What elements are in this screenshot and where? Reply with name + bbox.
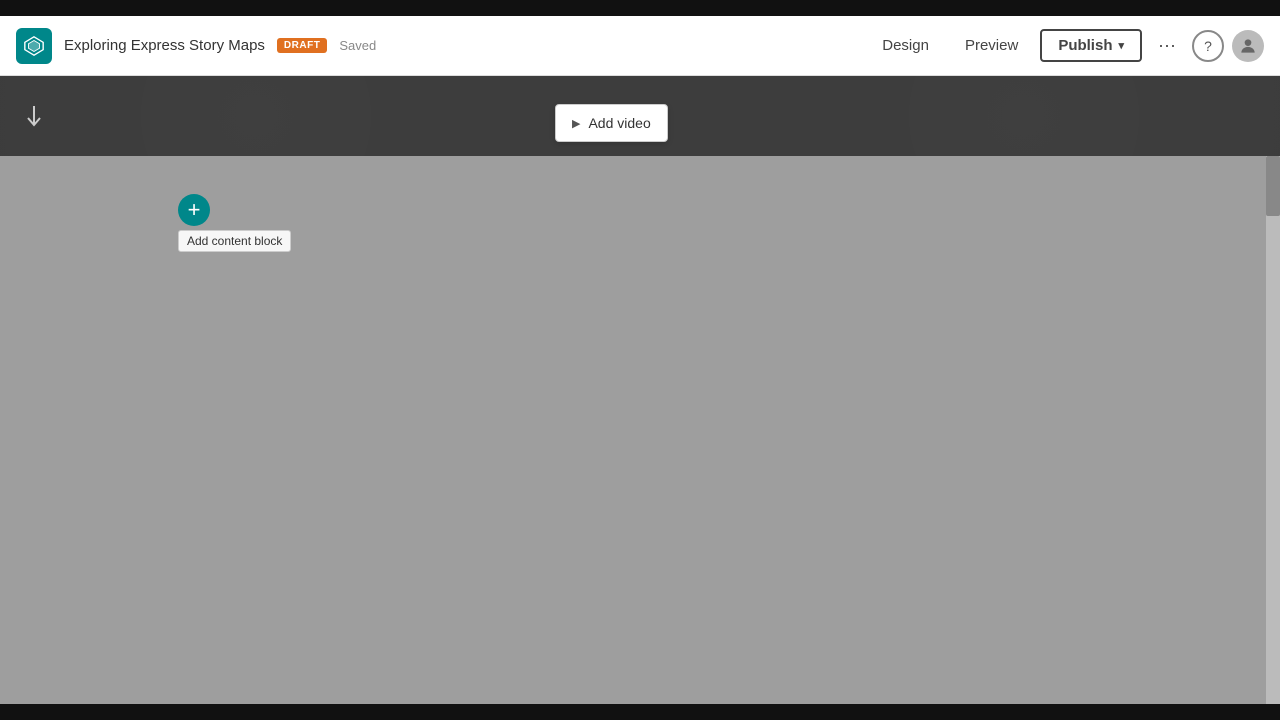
preview-button[interactable]: Preview [951, 31, 1032, 60]
scroll-down-button[interactable] [20, 102, 48, 130]
user-avatar[interactable] [1232, 30, 1264, 62]
saved-label: Saved [339, 38, 376, 53]
draft-badge: DRAFT [277, 38, 327, 53]
add-content-block-button[interactable]: + [178, 194, 210, 226]
main-content: + Add content block [0, 156, 1280, 720]
play-icon: ▶ [572, 117, 580, 130]
header: Exploring Express Story Maps DRAFT Saved… [0, 16, 1280, 76]
app-logo[interactable] [16, 28, 52, 64]
top-bar [0, 0, 1280, 16]
story-title: Exploring Express Story Maps [64, 37, 265, 54]
plus-icon: + [188, 197, 201, 223]
scrollbar-thumb[interactable] [1266, 156, 1280, 216]
more-options-button[interactable]: ··· [1150, 29, 1184, 62]
help-button[interactable]: ? [1192, 30, 1224, 62]
add-content-block-tooltip: Add content block [178, 230, 291, 252]
header-right: Design Preview Publish ▾ ··· ? [868, 29, 1264, 62]
bottom-bar [0, 704, 1280, 720]
design-button[interactable]: Design [868, 31, 943, 60]
dark-section: ▶ Add video [0, 76, 1280, 156]
add-video-dropdown[interactable]: ▶ Add video [555, 104, 668, 142]
scrollbar-track [1266, 156, 1280, 720]
publish-chevron-icon: ▾ [1118, 39, 1124, 52]
publish-button[interactable]: Publish ▾ [1040, 29, 1142, 62]
add-video-label: Add video [588, 115, 650, 131]
